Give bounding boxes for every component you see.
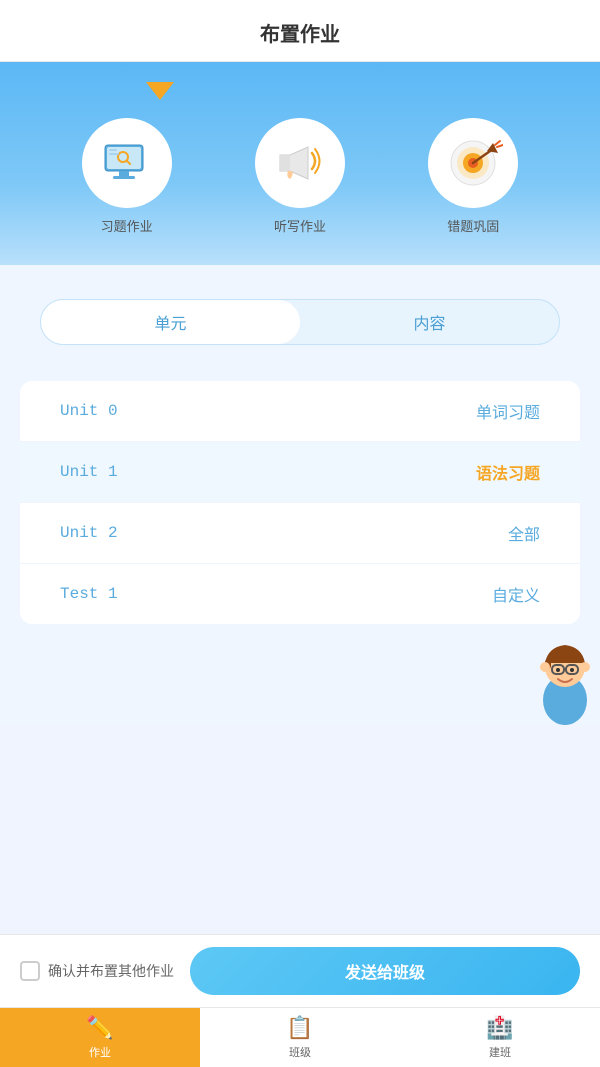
dictation-label: 听写作业	[274, 216, 326, 235]
homework-label: 习题作业	[101, 216, 153, 235]
dictation-circle	[255, 118, 345, 208]
page-title: 布置作业	[260, 24, 340, 46]
icons-row: 习题作业 听写作业	[0, 118, 600, 235]
nav-label-homework: 作业	[89, 1044, 111, 1060]
nav-label-create: 建班	[489, 1044, 511, 1060]
confirm-checkbox-label[interactable]: 确认并布置其他作业	[20, 961, 174, 981]
tab-unit[interactable]: 单元	[41, 300, 300, 344]
top-section: 习题作业 听写作业	[0, 62, 600, 265]
nav-item-homework[interactable]: ✏️ 作业	[0, 1008, 200, 1067]
action-bar: 确认并布置其他作业 发送给班级	[0, 934, 600, 1007]
mistake-label: 错题巩固	[447, 216, 499, 235]
create-nav-icon: 🏥	[486, 1015, 513, 1041]
page-header: 布置作业	[0, 0, 600, 62]
mistake-item[interactable]: 错题巩固	[428, 118, 518, 235]
list-item[interactable]: Test 1 自定义	[20, 564, 580, 624]
list-container: Unit 0 单词习题 Unit 1 语法习题 Unit 2 全部 Test 1…	[20, 381, 580, 624]
class-nav-icon: 📋	[286, 1015, 313, 1041]
main-content: Unit 0 单词习题 Unit 1 语法习题 Unit 2 全部 Test 1…	[0, 345, 600, 725]
character-image	[510, 615, 600, 725]
triangle-pointer-icon	[146, 82, 174, 100]
nav-item-class[interactable]: 📋 班级	[200, 1008, 400, 1067]
bottom-nav: ✏️ 作业 📋 班级 🏥 建班	[0, 1007, 600, 1067]
mistake-circle	[428, 118, 518, 208]
tab-bar: 单元 内容	[40, 299, 560, 345]
homework-item[interactable]: 习题作业	[82, 118, 172, 235]
list-item[interactable]: Unit 0 单词习题	[20, 381, 580, 442]
homework-circle	[82, 118, 172, 208]
list-item[interactable]: Unit 2 全部	[20, 503, 580, 564]
nav-label-class: 班级	[289, 1044, 311, 1060]
confirm-text: 确认并布置其他作业	[48, 961, 174, 981]
homework-nav-icon: ✏️	[86, 1015, 113, 1041]
dictation-item[interactable]: 听写作业	[255, 118, 345, 235]
tab-content[interactable]: 内容	[300, 300, 559, 344]
confirm-checkbox[interactable]	[20, 961, 40, 981]
send-button[interactable]: 发送给班级	[190, 947, 580, 995]
nav-item-create[interactable]: 🏥 建班	[400, 1008, 600, 1067]
list-item[interactable]: Unit 1 语法习题	[20, 442, 580, 503]
